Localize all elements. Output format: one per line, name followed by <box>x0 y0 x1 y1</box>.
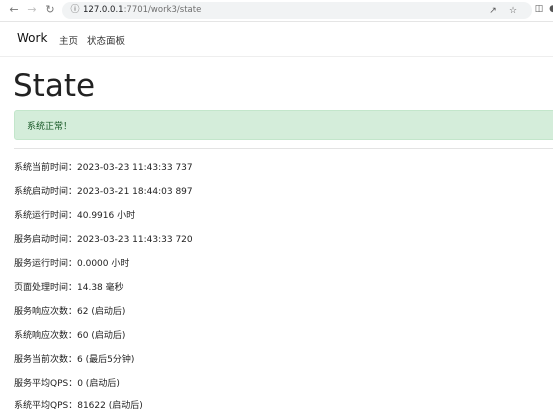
url-path: :7701/work3/state <box>123 5 202 15</box>
navbar-brand[interactable]: Work <box>17 31 47 45</box>
star-icon[interactable]: ☆ <box>506 4 520 18</box>
status-alert: 系统正常！ <box>14 110 553 140</box>
nav-link-state-panel[interactable]: 状态面板 <box>87 33 125 47</box>
nav-link-home[interactable]: 主页 <box>59 33 78 47</box>
stat-service-avg-qps: 服务平均QPS：0 (启动后) <box>14 379 120 389</box>
browser-toolbar: ← → ↻ ⓘ 127.0.0.1:7701/work3/state ↗ ☆ ◫… <box>0 0 553 22</box>
profile-icon[interactable]: ● <box>546 2 553 16</box>
site-info-icon[interactable]: ⓘ <box>68 3 82 17</box>
reload-icon[interactable]: ↻ <box>42 2 58 18</box>
share-icon[interactable]: ↗ <box>486 4 500 18</box>
stat-page-process-time: 页面处理时间：14.38 毫秒 <box>14 283 124 293</box>
stat-service-uptime: 服务运行时间：0.0000 小时 <box>14 259 130 269</box>
address-bar[interactable]: ⓘ 127.0.0.1:7701/work3/state ↗ ☆ <box>62 2 532 19</box>
forward-arrow-icon[interactable]: → <box>24 2 40 18</box>
sidebar-icon[interactable]: ◫ <box>532 2 546 16</box>
status-alert-text: 系统正常！ <box>27 122 73 132</box>
url-text[interactable]: 127.0.0.1:7701/work3/state <box>83 2 201 19</box>
stat-service-start-time: 服务启动时间：2023-03-23 11:43:33 720 <box>14 235 193 245</box>
divider <box>14 148 553 149</box>
stat-system-uptime: 系统运行时间：40.9916 小时 <box>14 211 136 221</box>
stat-system-current-time: 系统当前时间：2023-03-23 11:43:33 737 <box>14 163 193 173</box>
stat-service-response-count: 服务响应次数：62 (启动后) <box>14 307 126 317</box>
stat-system-response-count: 系统响应次数：60 (启动后) <box>14 331 126 341</box>
stat-service-current-count: 服务当前次数：6 (最后5分钟) <box>14 355 135 365</box>
stat-system-start-time: 系统启动时间：2023-03-21 18:44:03 897 <box>14 187 193 197</box>
top-navbar: Work 主页 状态面板 <box>0 22 553 57</box>
back-arrow-icon[interactable]: ← <box>6 2 22 18</box>
url-host: 127.0.0.1 <box>83 5 124 15</box>
page-title: State <box>13 68 96 104</box>
stat-system-avg-qps: 系统平均QPS：81622 (启动后) <box>14 401 143 411</box>
